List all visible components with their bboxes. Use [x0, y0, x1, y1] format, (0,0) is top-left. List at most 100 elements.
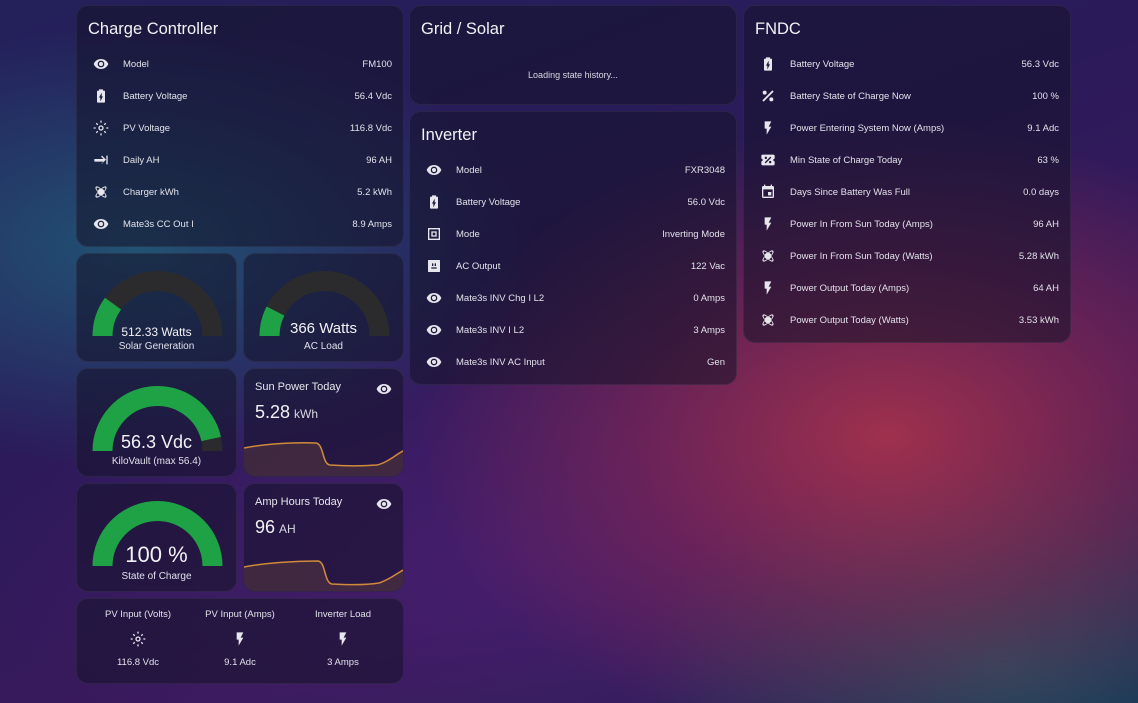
- eye-icon: [93, 56, 109, 72]
- entity-value: 63 %: [1037, 154, 1059, 166]
- entity-row[interactable]: Power Output Today (Watts) 3.53 kWh: [744, 304, 1070, 336]
- sensor-value-number: 5.28: [255, 402, 291, 422]
- eye-icon: [426, 354, 442, 370]
- glance-value: 116.8 Vdc: [116, 657, 160, 668]
- card-title: FNDC: [755, 20, 801, 38]
- entity-row[interactable]: Mate3s INV AC Input Gen: [410, 346, 736, 378]
- entity-label: Daily AH: [123, 154, 160, 166]
- glance-name: Inverter Load: [315, 609, 371, 620]
- entity-row[interactable]: Mate3s INV Chg I L2 0 Amps: [410, 282, 736, 314]
- entity-value: 0 Amps: [693, 292, 725, 304]
- entity-row[interactable]: Model FXR3048: [410, 154, 736, 186]
- entity-label: Power In From Sun Today (Watts): [790, 250, 933, 262]
- entity-label: PV Voltage: [123, 122, 171, 134]
- entity-value: 56.4 Vdc: [354, 90, 393, 102]
- state-of-charge-gauge[interactable]: 100 % State of Charge: [76, 483, 237, 592]
- entity-row[interactable]: Mode Inverting Mode: [410, 218, 736, 250]
- sun-icon: [93, 120, 109, 136]
- battery-charging-icon: [760, 56, 776, 72]
- entity-label: Battery Voltage: [123, 90, 188, 102]
- entity-value: Gen: [707, 356, 725, 368]
- sun-power-today-card[interactable]: Sun Power Today 5.28 kWh: [243, 368, 404, 477]
- entity-value: 5.28 kWh: [1018, 250, 1059, 262]
- fndc-card: FNDC Battery Voltage 56.3 Vdc Battery Stat…: [743, 5, 1071, 343]
- entity-row[interactable]: Mate3s CC Out I 8.9 Amps: [77, 208, 403, 240]
- eye-icon: [426, 162, 442, 178]
- eye-icon: [426, 322, 442, 338]
- charge-controller-card: Charge Controller Model FM100 Battery Volt…: [76, 5, 404, 247]
- inverter-card: Inverter Model FXR3048 Battery Voltage 56.0…: [409, 111, 737, 385]
- ac-load-gauge[interactable]: 366 Watts AC Load: [243, 253, 404, 362]
- entity-label: Battery State of Charge Now: [790, 90, 911, 102]
- entity-label: Model: [456, 164, 482, 176]
- entity-row[interactable]: Battery Voltage 56.3 Vdc: [744, 48, 1070, 80]
- entity-value: 116.8 Vdc: [349, 122, 392, 134]
- sensor-history-graph: [244, 560, 403, 591]
- gauge-name: Solar Generation: [118, 341, 195, 352]
- entity-label: Power Output Today (Watts): [790, 314, 909, 326]
- flash-icon: [760, 216, 776, 232]
- entity-value: 8.9 Amps: [352, 218, 392, 230]
- atom-icon: [93, 184, 109, 200]
- entity-row[interactable]: Power In From Sun Today (Amps) 96 AH: [744, 208, 1070, 240]
- entity-label: Power Entering System Now (Amps): [790, 122, 945, 134]
- entity-row[interactable]: Power Output Today (Amps) 64 AH: [744, 272, 1070, 304]
- entity-label: Charger kWh: [123, 186, 179, 198]
- sensor-name: Amp Hours Today: [255, 496, 343, 508]
- entity-label: Battery Voltage: [456, 196, 521, 208]
- entity-row[interactable]: Daily AH 96 AH: [77, 144, 403, 176]
- entity-row[interactable]: Days Since Battery Was Full 0.0 days: [744, 176, 1070, 208]
- sensor-name: Sun Power Today: [255, 381, 342, 393]
- gauge-value: 100 %: [125, 542, 188, 567]
- gauge-name: AC Load: [304, 341, 343, 352]
- entity-label: Mate3s CC Out I: [123, 218, 194, 230]
- flash-icon: [335, 631, 351, 647]
- glance-value: 3 Amps: [327, 657, 359, 668]
- entity-value: FXR3048: [684, 164, 725, 176]
- entity-row[interactable]: Battery Voltage 56.4 Vdc: [77, 80, 403, 112]
- entity-row[interactable]: Mate3s INV I L2 3 Amps: [410, 314, 736, 346]
- entity-value: 3 Amps: [693, 324, 725, 336]
- glance-value: 9.1 Adc: [224, 657, 256, 668]
- flash-icon: [760, 280, 776, 296]
- entity-label: Model: [123, 58, 149, 70]
- entity-row[interactable]: AC Output 122 Vac: [410, 250, 736, 282]
- entity-label: Mate3s INV I L2: [456, 324, 525, 336]
- entity-row[interactable]: PV Voltage 116.8 Vdc: [77, 112, 403, 144]
- entity-row[interactable]: Battery State of Charge Now 100 %: [744, 80, 1070, 112]
- entity-row[interactable]: Model FM100: [77, 48, 403, 80]
- entity-row[interactable]: Power In From Sun Today (Watts) 5.28 kWh: [744, 240, 1070, 272]
- entity-row[interactable]: Power Entering System Now (Amps) 9.1 Adc: [744, 112, 1070, 144]
- battery-charging-icon: [426, 194, 442, 210]
- entity-row[interactable]: Charger kWh 5.2 kWh: [77, 176, 403, 208]
- card-title: Inverter: [421, 126, 477, 144]
- entity-value: 100 %: [1032, 90, 1059, 102]
- entity-value: Inverting Mode: [662, 228, 725, 240]
- entity-label: AC Output: [456, 260, 501, 272]
- sensor-history-graph: [244, 442, 403, 476]
- glance-card: PV Input (Volts) 116.8 Vdc PV Input (Amps)…: [76, 598, 404, 684]
- gauge-name: KiloVault (max 56.4): [111, 456, 202, 467]
- mode-box-icon: [426, 226, 442, 242]
- eye-icon: [426, 290, 442, 306]
- grid-solar-card: Grid / Solar Loading state history...: [409, 5, 737, 105]
- entity-label: Battery Voltage: [790, 58, 855, 70]
- entity-value: 9.1 Adc: [1027, 122, 1059, 134]
- kilovault-gauge[interactable]: 56.3 Vdc KiloVault (max 56.4): [76, 368, 237, 477]
- amp-hours-today-card[interactable]: Amp Hours Today 96 AH: [243, 483, 404, 592]
- glance-entity[interactable]: PV Input (Volts) 116.8 Vdc: [88, 609, 188, 668]
- entity-value: 3.53 kWh: [1018, 314, 1059, 326]
- entity-row[interactable]: Min State of Charge Today 63 %: [744, 144, 1070, 176]
- sensor-value: 5.28 kWh: [255, 402, 318, 423]
- entity-value: 122 Vac: [690, 260, 725, 272]
- entity-row[interactable]: Battery Voltage 56.0 Vdc: [410, 186, 736, 218]
- card-title: Charge Controller: [88, 20, 219, 38]
- entity-value: 56.0 Vdc: [687, 196, 726, 208]
- gauge-value: 56.3 Vdc: [120, 432, 193, 452]
- glance-entity[interactable]: PV Input (Amps) 9.1 Adc: [190, 609, 290, 668]
- glance-name: PV Input (Amps): [205, 609, 275, 620]
- entity-label: Mate3s INV Chg I L2: [456, 292, 545, 304]
- glance-entity[interactable]: Inverter Load 3 Amps: [293, 609, 393, 668]
- card-title: Grid / Solar: [421, 20, 505, 38]
- solar-generation-gauge[interactable]: 512.33 Watts Solar Generation: [76, 253, 237, 362]
